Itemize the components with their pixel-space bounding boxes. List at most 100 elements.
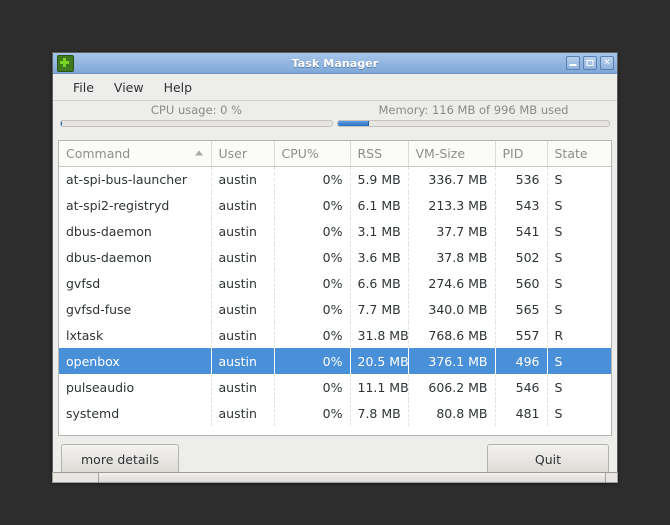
cell-user: austin xyxy=(211,348,275,374)
table-row[interactable]: dbus-daemon austin 0% 3.1 MB 37.7 MB 541 S xyxy=(59,218,611,244)
table-row[interactable]: systemd austin 0% 7.8 MB 80.8 MB 481 S xyxy=(59,400,611,426)
table-row[interactable]: dbus-daemon austin 0% 3.6 MB 37.8 MB 502 S xyxy=(59,244,611,270)
cell-state: S xyxy=(547,348,611,374)
cell-state: R xyxy=(547,322,611,348)
process-table: Command User CPU% RSS VM-Size PID State … xyxy=(59,141,611,426)
cell-cpu: 0% xyxy=(274,296,351,322)
resource-meters: CPU usage: 0 % Memory: 116 MB of 996 MB … xyxy=(53,101,617,140)
cell-user: austin xyxy=(211,374,275,400)
column-header-command-label: Command xyxy=(66,145,131,161)
close-icon[interactable]: × xyxy=(600,56,614,70)
cell-pid: 543 xyxy=(495,192,548,218)
column-header-vmsize[interactable]: VM-Size xyxy=(408,141,496,167)
cell-cpu: 0% xyxy=(274,400,351,426)
cell-command: at-spi2-registryd xyxy=(59,192,212,218)
cell-cpu: 0% xyxy=(274,270,351,296)
table-row[interactable]: gvfsd-fuse austin 0% 7.7 MB 340.0 MB 565 S xyxy=(59,296,611,322)
task-manager-icon xyxy=(57,54,74,72)
column-header-user[interactable]: User xyxy=(211,141,275,167)
cell-state: S xyxy=(547,374,611,400)
cell-pid: 541 xyxy=(495,218,548,244)
cell-vmsize: 274.6 MB xyxy=(408,270,496,296)
cell-user: austin xyxy=(211,296,275,322)
cell-cpu: 0% xyxy=(274,348,351,374)
titlebar[interactable]: Task Manager × xyxy=(53,53,617,74)
table-row[interactable]: gvfsd austin 0% 6.6 MB 274.6 MB 560 S xyxy=(59,270,611,296)
cell-cpu: 0% xyxy=(274,218,351,244)
cpu-progress-fill xyxy=(61,121,62,126)
cell-user: austin xyxy=(211,218,275,244)
table-row[interactable]: openbox austin 0% 20.5 MB 376.1 MB 496 S xyxy=(59,348,611,374)
task-manager-window: Task Manager × File View Help CPU usage:… xyxy=(52,52,618,483)
cell-state: S xyxy=(547,400,611,426)
cell-rss: 31.8 MB xyxy=(350,322,409,348)
cell-state: S xyxy=(547,270,611,296)
cell-command: systemd xyxy=(59,400,212,426)
close-glyph: × xyxy=(603,57,611,68)
cell-state: S xyxy=(547,166,611,192)
more-details-button[interactable]: more details xyxy=(61,444,179,474)
header-row: Command User CPU% RSS VM-Size PID State xyxy=(59,141,611,167)
memory-usage-label: Memory: 116 MB of 996 MB used xyxy=(378,103,569,117)
cell-user: austin xyxy=(211,400,275,426)
table-row[interactable]: pulseaudio austin 0% 11.1 MB 606.2 MB 546 S xyxy=(59,374,611,400)
window-controls: × xyxy=(566,56,614,70)
cell-command: lxtask xyxy=(59,322,212,348)
cell-cpu: 0% xyxy=(274,244,351,270)
column-header-state[interactable]: State xyxy=(547,141,611,167)
cpu-usage-label: CPU usage: 0 % xyxy=(150,103,243,117)
cell-command: dbus-daemon xyxy=(59,244,212,270)
cell-pid: 557 xyxy=(495,322,548,348)
column-header-command[interactable]: Command xyxy=(59,141,212,167)
cell-vmsize: 37.8 MB xyxy=(408,244,496,270)
cell-rss: 6.1 MB xyxy=(350,192,409,218)
table-row[interactable]: at-spi-bus-launcher austin 0% 5.9 MB 336.7 M… xyxy=(59,166,611,192)
table-row[interactable]: lxtask austin 0% 31.8 MB 768.6 MB 557 R xyxy=(59,322,611,348)
cell-command: dbus-daemon xyxy=(59,218,212,244)
column-header-rss[interactable]: RSS xyxy=(350,141,409,167)
cell-rss: 3.6 MB xyxy=(350,244,409,270)
cpu-meter: CPU usage: 0 % xyxy=(58,103,335,140)
cell-pid: 536 xyxy=(495,166,548,192)
cell-command: pulseaudio xyxy=(59,374,212,400)
maximize-icon[interactable] xyxy=(583,56,597,70)
menu-item-file[interactable]: File xyxy=(63,77,104,98)
cell-vmsize: 336.7 MB xyxy=(408,166,496,192)
cell-command: at-spi-bus-launcher xyxy=(59,166,212,192)
cell-command: gvfsd xyxy=(59,270,212,296)
menu-item-help[interactable]: Help xyxy=(154,77,203,98)
horizontal-scrollbar[interactable] xyxy=(52,472,618,483)
cell-state: S xyxy=(547,244,611,270)
cpu-progress-bar xyxy=(60,120,333,127)
quit-button[interactable]: Quit xyxy=(487,444,609,474)
cell-rss: 7.8 MB xyxy=(350,400,409,426)
cell-vmsize: 213.3 MB xyxy=(408,192,496,218)
process-table-header: Command User CPU% RSS VM-Size PID State xyxy=(59,141,611,167)
cell-rss: 6.6 MB xyxy=(350,270,409,296)
cell-vmsize: 37.7 MB xyxy=(408,218,496,244)
horizontal-scrollbar-thumb[interactable] xyxy=(98,473,606,482)
cell-user: austin xyxy=(211,166,275,192)
minimize-icon[interactable] xyxy=(566,56,580,70)
cell-user: austin xyxy=(211,244,275,270)
cell-pid: 565 xyxy=(495,296,548,322)
column-header-pid[interactable]: PID xyxy=(495,141,548,167)
cell-rss: 5.9 MB xyxy=(350,166,409,192)
cell-cpu: 0% xyxy=(274,192,351,218)
column-header-cpu[interactable]: CPU% xyxy=(274,141,351,167)
memory-progress-fill xyxy=(338,121,370,126)
cell-rss: 3.1 MB xyxy=(350,218,409,244)
menu-item-view[interactable]: View xyxy=(104,77,154,98)
cell-cpu: 0% xyxy=(274,374,351,400)
process-table-container[interactable]: Command User CPU% RSS VM-Size PID State … xyxy=(58,140,612,436)
table-row[interactable]: at-spi2-registryd austin 0% 6.1 MB 213.3 MB 5… xyxy=(59,192,611,218)
cell-command: gvfsd-fuse xyxy=(59,296,212,322)
cell-user: austin xyxy=(211,192,275,218)
menubar: File View Help xyxy=(53,74,617,101)
cell-user: austin xyxy=(211,270,275,296)
cell-command: openbox xyxy=(59,348,212,374)
cell-state: S xyxy=(547,192,611,218)
cell-vmsize: 768.6 MB xyxy=(408,322,496,348)
cell-pid: 560 xyxy=(495,270,548,296)
cell-user: austin xyxy=(211,322,275,348)
